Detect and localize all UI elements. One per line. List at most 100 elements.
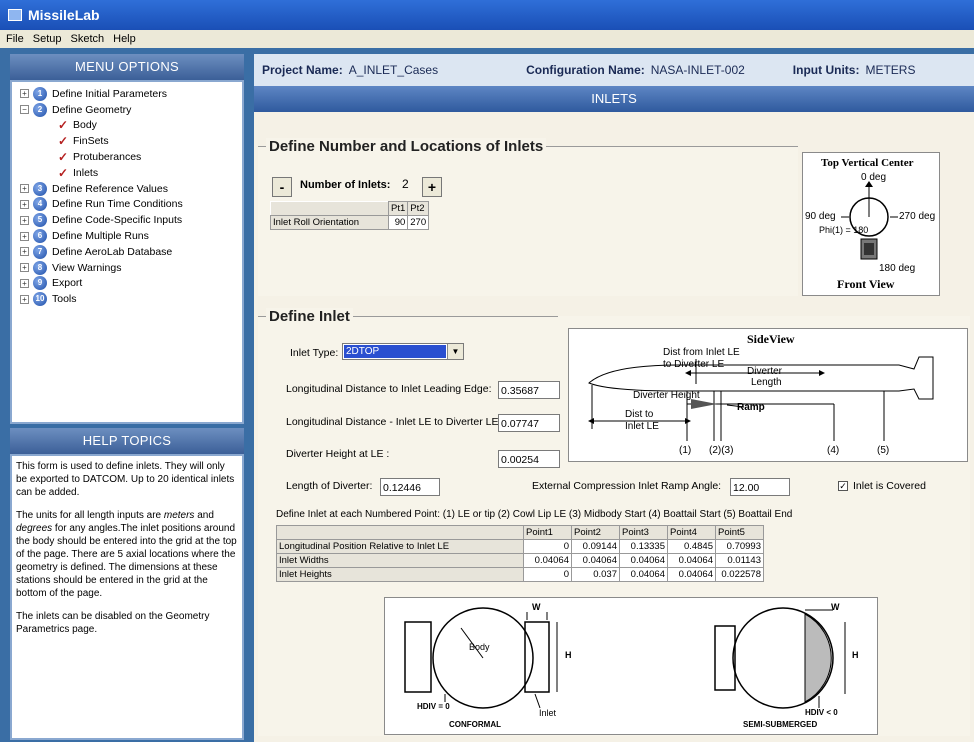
long-dist-input[interactable]: 0.35687 xyxy=(498,381,560,399)
grid-cell[interactable]: 0.13335 xyxy=(619,539,668,554)
project-name-label: Project Name: xyxy=(262,63,343,77)
inlet-type-diagram: W H Body HDIV = 0 Inlet CONFORMAL W H HD… xyxy=(384,597,878,735)
menu-sketch[interactable]: Sketch xyxy=(70,33,104,45)
grid-cell[interactable]: 0.70993 xyxy=(715,539,764,554)
menu-tree-label: Tools xyxy=(52,293,77,306)
grid-cell[interactable]: 0.4845 xyxy=(667,539,716,554)
menu-tree-item[interactable]: −2 Define Geometry xyxy=(14,102,242,118)
hdiv-zero-label: HDIV = 0 xyxy=(417,702,450,711)
menu-tree-item[interactable]: +9 Export xyxy=(14,276,242,292)
step-number-icon: 2 xyxy=(33,102,47,117)
inlet-covered-label: Inlet is Covered xyxy=(853,480,926,492)
grid-header: Point1 xyxy=(523,525,572,540)
menu-tree-item[interactable]: +6 Define Multiple Runs xyxy=(14,228,242,244)
menu-tree-item[interactable]: +3 Define Reference Values xyxy=(14,181,242,197)
grid-cell[interactable]: 0.09144 xyxy=(571,539,620,554)
grid-cell[interactable]: 0 xyxy=(523,539,572,554)
expand-icon[interactable]: + xyxy=(20,215,29,225)
step-number-icon: 10 xyxy=(33,292,47,307)
expand-icon[interactable]: + xyxy=(20,278,29,288)
long-dist-label: Longitudinal Distance to Inlet Leading E… xyxy=(286,383,492,395)
menu-tree-item[interactable]: +8 View Warnings xyxy=(14,260,242,276)
menu-help[interactable]: Help xyxy=(113,33,136,45)
menu-tree-item[interactable]: +7 Define AeroLab Database xyxy=(14,244,242,260)
app-icon xyxy=(8,9,22,21)
expand-icon[interactable]: + xyxy=(20,294,29,304)
menu-tree-label: FinSets xyxy=(73,135,109,148)
le-div-input[interactable]: 0.07747 xyxy=(498,414,560,432)
menu-tree-item[interactable]: +5 Define Code-Specific Inputs xyxy=(14,212,242,228)
front-view-diagram: Top Vertical Center 0 deg 90 deg 270 deg… xyxy=(802,152,940,296)
menu-tree-item[interactable]: +4 Define Run Time Conditions xyxy=(14,197,242,213)
inlet-section-title: Define Inlet xyxy=(266,308,353,325)
check-icon: ✓ xyxy=(58,165,69,180)
menu-tree-label: View Warnings xyxy=(52,261,122,274)
help-paragraph: This form is used to define inlets. They… xyxy=(16,461,235,498)
grid-cell[interactable]: 0.04064 xyxy=(619,567,668,582)
increase-inlets-button[interactable]: + xyxy=(422,177,442,197)
grid-cell[interactable]: 0 xyxy=(523,567,572,582)
diverter-height-input[interactable]: 0.00254 xyxy=(498,450,560,468)
menu-tree-item[interactable]: ✓ Body xyxy=(14,118,242,134)
menu-tree-label: Define Geometry xyxy=(52,103,132,116)
side-view-diverter-length-2: Length xyxy=(751,377,782,388)
grid-cell[interactable]: 0.037 xyxy=(571,567,620,582)
menu-tree-item[interactable]: ✓ Inlets xyxy=(14,165,242,181)
side-view-title: SideView xyxy=(747,332,795,346)
step-number-icon: 3 xyxy=(33,181,47,196)
grid-cell[interactable]: 0.01143 xyxy=(715,553,764,568)
grid-header: Pt2 xyxy=(407,201,430,216)
front-view-270deg: 270 deg xyxy=(899,211,936,222)
grid-cell[interactable]: 0.04064 xyxy=(667,553,716,568)
expand-icon[interactable]: + xyxy=(20,184,29,194)
menu-tree-item[interactable]: ✓ FinSets xyxy=(14,133,242,149)
menu-tree-label: Protuberances xyxy=(73,151,142,164)
menu-tree-item[interactable]: ✓ Protuberances xyxy=(14,149,242,165)
check-icon: ✓ xyxy=(58,150,69,165)
grid-header: Point4 xyxy=(667,525,716,540)
inlet-type-select[interactable]: 2DTOP ▼ xyxy=(342,343,464,360)
collapse-icon[interactable]: − xyxy=(20,105,29,115)
grid-cell[interactable]: 0.022578 xyxy=(715,567,764,582)
title-bar: MissileLab xyxy=(0,0,974,30)
roll-orientation-cell[interactable]: 270 xyxy=(407,215,430,230)
ramp-angle-label: External Compression Inlet Ramp Angle: xyxy=(532,480,722,492)
expand-icon[interactable]: + xyxy=(20,247,29,257)
grid-cell[interactable]: 0.04064 xyxy=(667,567,716,582)
grid-cell[interactable]: 0.04064 xyxy=(523,553,572,568)
diverter-length-input[interactable]: 0.12446 xyxy=(380,478,440,496)
inlet-points-grid: Point1 Point2 Point3 Point4 Point5 Longi… xyxy=(276,525,764,582)
menu-tree-item[interactable]: +1 Define Initial Parameters xyxy=(14,86,242,102)
help-topics-title: HELP TOPICS xyxy=(10,428,244,454)
help-text-box: This form is used to define inlets. They… xyxy=(10,454,244,740)
front-view-caption: Front View xyxy=(837,277,895,291)
grid-header: Pt1 xyxy=(387,201,409,216)
menu-tree-item[interactable]: +10 Tools xyxy=(14,291,242,307)
inlet-covered-checkbox[interactable]: ✓ xyxy=(838,481,848,491)
step-number-icon: 4 xyxy=(33,197,47,212)
step-number-icon: 9 xyxy=(33,276,47,291)
expand-icon[interactable]: + xyxy=(20,89,29,99)
number-of-inlets-value: 2 xyxy=(402,177,409,191)
roll-orientation-cell[interactable]: 90 xyxy=(387,215,409,230)
menu-tree-label: Define Initial Parameters xyxy=(52,87,167,100)
chevron-down-icon[interactable]: ▼ xyxy=(447,344,463,359)
input-units-label: Input Units: xyxy=(792,63,860,77)
step-number-icon: 5 xyxy=(33,213,47,228)
project-bar: Project Name: A_INLET_Cases Configuratio… xyxy=(254,54,974,86)
diverter-height-label: Diverter Height at LE : xyxy=(286,448,390,460)
expand-icon[interactable]: + xyxy=(20,231,29,241)
menu-file[interactable]: File xyxy=(6,33,24,45)
grid-cell[interactable]: 0.04064 xyxy=(619,553,668,568)
expand-icon[interactable]: + xyxy=(20,199,29,209)
menu-setup[interactable]: Setup xyxy=(33,33,62,45)
decrease-inlets-button[interactable]: - xyxy=(272,177,292,197)
step-number-icon: 6 xyxy=(33,229,47,244)
grid-cell[interactable]: 0.04064 xyxy=(571,553,620,568)
semi-height-label: H xyxy=(852,650,859,660)
ramp-angle-input[interactable]: 12.00 xyxy=(730,478,790,496)
expand-icon[interactable]: + xyxy=(20,263,29,273)
front-view-phi: Phi(1) = 180 xyxy=(819,225,869,235)
inlet-type-drawing xyxy=(404,607,846,709)
points-legend: Define Inlet at each Numbered Point: (1)… xyxy=(276,509,793,520)
